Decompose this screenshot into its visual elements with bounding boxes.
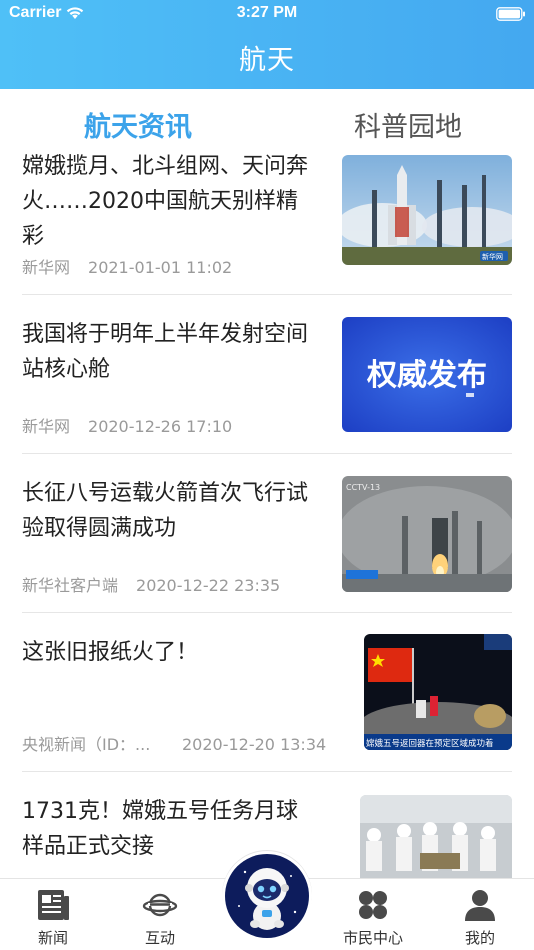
tabbar-label-citizen-center: 市民中心 bbox=[342, 929, 403, 947]
news-title: 长征八号运载火箭首次飞行试验取得圆满成功 bbox=[22, 481, 309, 541]
tab-aerospace-news[interactable]: 航天资讯 bbox=[84, 105, 192, 144]
news-time: 2020-12-26 17:10 bbox=[88, 417, 233, 436]
tabbar-item-profile[interactable]: 我的 bbox=[435, 879, 525, 950]
tabbar-item-interaction[interactable]: 互动 bbox=[115, 879, 205, 950]
person-icon bbox=[465, 890, 495, 921]
list-item[interactable]: 长征八号运载火箭首次飞行试验取得圆满成功 新华社客户端 2020-12-22 23… bbox=[0, 469, 534, 627]
news-meta: 新华网 2021-01-01 11:02 bbox=[22, 254, 232, 278]
tabbar-item-citizen-center[interactable]: 市民中心 bbox=[328, 879, 418, 950]
news-meta: 央视新闻（ID：... 2020-12-20 13:34 bbox=[22, 731, 328, 755]
battery-icon bbox=[496, 7, 525, 21]
tabbar-label-news: 新闻 bbox=[37, 929, 68, 947]
planet-icon bbox=[142, 893, 178, 917]
rocket-launch-smoke-image: CCTV-13 bbox=[342, 476, 512, 592]
news-source: 央视新闻（ID：... bbox=[22, 735, 151, 754]
news-source: 新华社客户端 bbox=[22, 576, 119, 595]
astronaut-mascot-button[interactable] bbox=[222, 851, 312, 941]
list-item[interactable]: 嫦娥揽月、北斗组网、天问奔火……2020中国航天别样精彩 新华网 2021-01-… bbox=[0, 151, 534, 309]
divider bbox=[22, 612, 512, 613]
news-icon bbox=[38, 890, 69, 920]
thumb-caption: 嫦娥五号返回器在预定区域成功着 bbox=[366, 738, 494, 749]
rocket-launch-image: 新华网 bbox=[342, 155, 512, 265]
news-title: 嫦娥揽月、北斗组网、天问奔火……2020中国航天别样精彩 bbox=[22, 154, 309, 249]
list-item[interactable]: 这张旧报纸火了！ 央视新闻（ID：... 2020-12-20 13:34 嫦娥五… bbox=[0, 628, 534, 786]
thumb-badge: 新华网 bbox=[482, 252, 503, 261]
divider bbox=[22, 771, 512, 772]
news-meta: 新华网 2020-12-26 17:10 bbox=[22, 413, 232, 437]
news-title: 我国将于明年上半年发射空间站核心舱 bbox=[22, 322, 309, 382]
tabbar-item-news[interactable]: 新闻 bbox=[8, 879, 98, 950]
news-time: 2020-12-22 23:35 bbox=[136, 576, 281, 595]
thumb-title: 权威发布 bbox=[366, 358, 487, 393]
news-meta: 新华社客户端 2020-12-22 23:35 bbox=[22, 572, 280, 596]
news-source: 新华网 bbox=[22, 258, 71, 277]
news-title: 这张旧报纸火了！ bbox=[22, 640, 199, 665]
lunar-flag-image: 嫦娥五号返回器在预定区域成功着 bbox=[364, 634, 512, 750]
tabbar-label-profile: 我的 bbox=[464, 929, 495, 947]
astronaut-mascot-icon bbox=[225, 854, 309, 938]
page-title: 航天 bbox=[239, 45, 295, 76]
category-tabs: 航天资讯 科普园地 bbox=[0, 89, 534, 151]
divider bbox=[22, 453, 512, 454]
grid-clover-icon bbox=[359, 891, 387, 919]
tabbar-label-interaction: 互动 bbox=[144, 929, 175, 947]
app-screen: Carrier 3:27 PM 航天 航天资讯 科普园地 嫦娥揽月、北斗组网、天… bbox=[0, 0, 534, 950]
tab-science-popularization[interactable]: 科普园地 bbox=[354, 105, 462, 144]
sample-handover-image bbox=[360, 795, 512, 885]
news-time: 2020-12-20 13:34 bbox=[182, 735, 327, 754]
news-source: 新华网 bbox=[22, 417, 71, 436]
header: Carrier 3:27 PM 航天 bbox=[0, 0, 534, 89]
divider bbox=[22, 294, 512, 295]
announcement-banner-image: 权威发布 bbox=[342, 317, 512, 432]
news-time: 2021-01-01 11:02 bbox=[88, 258, 233, 277]
status-bar: Carrier 3:27 PM bbox=[0, 0, 534, 28]
status-time: 3:27 PM bbox=[236, 4, 298, 21]
list-item[interactable]: 我国将于明年上半年发射空间站核心舱 新华网 2020-12-26 17:10 权威… bbox=[0, 310, 534, 468]
channel-badge: CCTV-13 bbox=[346, 483, 380, 492]
